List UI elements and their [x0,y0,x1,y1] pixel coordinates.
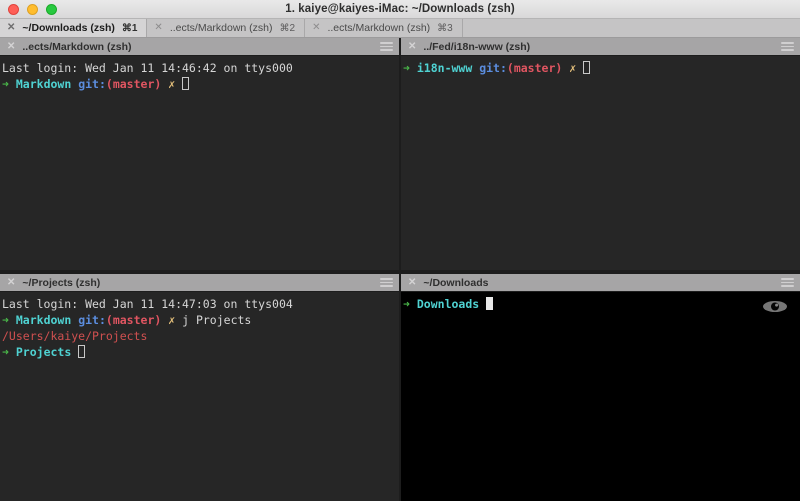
terminal-cursor [78,345,86,358]
prompt-git-branch: (master) [506,61,563,75]
pane-header-bottom-left[interactable]: ✕ ~/Projects (zsh) [0,274,399,292]
close-icon[interactable]: ✕ [7,41,15,52]
tab-bar-empty-area[interactable] [462,19,800,37]
close-icon[interactable]: ✕ [154,23,162,33]
prompt-arrow-icon: ➜ [2,77,9,91]
terminal-cursor [486,297,494,310]
tab-shortcut: ⌘3 [437,22,453,34]
prompt-git-label: git: [78,313,106,327]
hamburger-icon[interactable] [781,278,794,287]
pane-title: ~/Downloads [423,276,489,289]
tab-markdown-2[interactable]: ✕ ..ects/Markdown (zsh) ⌘2 [147,19,306,37]
pane-bottom-left[interactable]: ✕ ~/Projects (zsh) Last login: Wed Jan 1… [0,274,399,501]
prompt-arrow-icon: ➜ [403,297,410,311]
last-login-text: Last login: Wed Jan 11 14:47:03 on ttys0… [2,297,293,311]
terminal-line: Last login: Wed Jan 11 14:47:03 on ttys0… [2,296,399,312]
command-output-path: /Users/kaiye/Projects [2,329,148,343]
prompt-directory: Markdown [15,77,72,91]
prompt-directory: Downloads [416,297,480,311]
pane-top-left[interactable]: ✕ ..ects/Markdown (zsh) Last login: Wed … [0,38,399,270]
tab-label: ..ects/Markdown (zsh) [327,22,431,34]
tab-shortcut: ⌘1 [121,22,138,34]
pane-header-top-left[interactable]: ✕ ..ects/Markdown (zsh) [0,38,399,56]
prompt-arrow-icon: ➜ [2,345,9,359]
prompt-dirty-icon: ✗ [168,77,176,91]
pane-title: ~/Projects (zsh) [22,276,101,289]
window-titlebar: 1. kaiye@kaiyes-iMac: ~/Downloads (zsh) [0,0,800,19]
window-title: 1. kaiye@kaiyes-iMac: ~/Downloads (zsh) [285,3,515,15]
terminal-cursor [583,61,591,74]
terminal-prompt-line: ➜ Downloads [403,296,800,312]
terminal-cursor [182,77,190,90]
terminal-output-bottom-left[interactable]: Last login: Wed Jan 11 14:47:03 on ttys0… [0,292,399,501]
eye-icon [763,301,787,312]
pane-title: ..ects/Markdown (zsh) [22,40,132,53]
tab-markdown-3[interactable]: ✕ ..ects/Markdown (zsh) ⌘3 [305,19,463,37]
terminal-command-line: ➜ Markdown git:(master) ✗ j Projects [2,312,399,328]
terminal-output-bottom-right[interactable]: ➜ Downloads [401,292,800,501]
minimize-window-button[interactable] [27,3,38,15]
pane-top-right[interactable]: ✕ ../Fed/i18n-www (zsh) ➜ i18n-www git:(… [401,38,800,270]
hamburger-icon[interactable] [380,278,393,287]
terminal-prompt-line: ➜ Projects [2,344,399,360]
tab-shortcut: ⌘2 [279,22,296,34]
last-login-text: Last login: Wed Jan 11 14:46:42 on ttys0… [2,61,293,75]
terminal-line: /Users/kaiye/Projects [2,328,399,344]
maximize-window-button[interactable] [46,3,57,15]
prompt-arrow-icon: ➜ [2,313,9,327]
prompt-directory: i18n-www [416,61,473,75]
pane-bottom-right[interactable]: ✕ ~/Downloads ➜ Downloads [401,274,800,501]
hamburger-icon[interactable] [781,42,794,51]
prompt-directory: Markdown [15,313,72,327]
close-icon[interactable]: ✕ [7,277,15,288]
prompt-dirty-icon: ✗ [168,313,176,327]
pane-header-bottom-right[interactable]: ✕ ~/Downloads [401,274,800,292]
entered-command: j Projects [182,313,252,327]
close-icon[interactable]: ✕ [408,277,416,288]
pane-row-top: ✕ ..ects/Markdown (zsh) Last login: Wed … [0,38,800,270]
tab-bar: ✕ ~/Downloads (zsh) ⌘1 ✕ ..ects/Markdown… [0,19,800,38]
prompt-arrow-icon: ➜ [403,61,410,75]
prompt-git-branch: (master) [105,313,162,327]
close-window-button[interactable] [8,3,19,15]
terminal-output-top-right[interactable]: ➜ i18n-www git:(master) ✗ [401,56,800,270]
hamburger-icon[interactable] [380,42,393,51]
prompt-directory: Projects [15,345,72,359]
terminal-output-top-left[interactable]: Last login: Wed Jan 11 14:46:42 on ttys0… [0,56,399,270]
terminal-prompt-line: ➜ Markdown git:(master) ✗ [2,76,399,92]
terminal-line: Last login: Wed Jan 11 14:46:42 on ttys0… [2,60,399,76]
close-icon[interactable]: ✕ [7,23,15,33]
pane-row-bottom: ✕ ~/Projects (zsh) Last login: Wed Jan 1… [0,274,800,501]
prompt-dirty-icon: ✗ [569,61,577,75]
tab-label: ~/Downloads (zsh) [22,22,115,34]
pane-title: ../Fed/i18n-www (zsh) [423,40,531,53]
prompt-git-label: git: [479,61,507,75]
pane-grid: ✕ ..ects/Markdown (zsh) Last login: Wed … [0,38,800,501]
prompt-git-branch: (master) [105,77,162,91]
terminal-prompt-line: ➜ i18n-www git:(master) ✗ [403,60,800,76]
traffic-light-group [0,3,57,15]
pane-header-top-right[interactable]: ✕ ../Fed/i18n-www (zsh) [401,38,800,56]
tab-downloads[interactable]: ✕ ~/Downloads (zsh) ⌘1 [0,19,148,37]
close-icon[interactable]: ✕ [408,41,416,52]
terminal-window: 1. kaiye@kaiyes-iMac: ~/Downloads (zsh) … [0,0,800,501]
close-icon[interactable]: ✕ [312,23,320,33]
prompt-git-label: git: [78,77,106,91]
tab-label: ..ects/Markdown (zsh) [169,22,273,34]
